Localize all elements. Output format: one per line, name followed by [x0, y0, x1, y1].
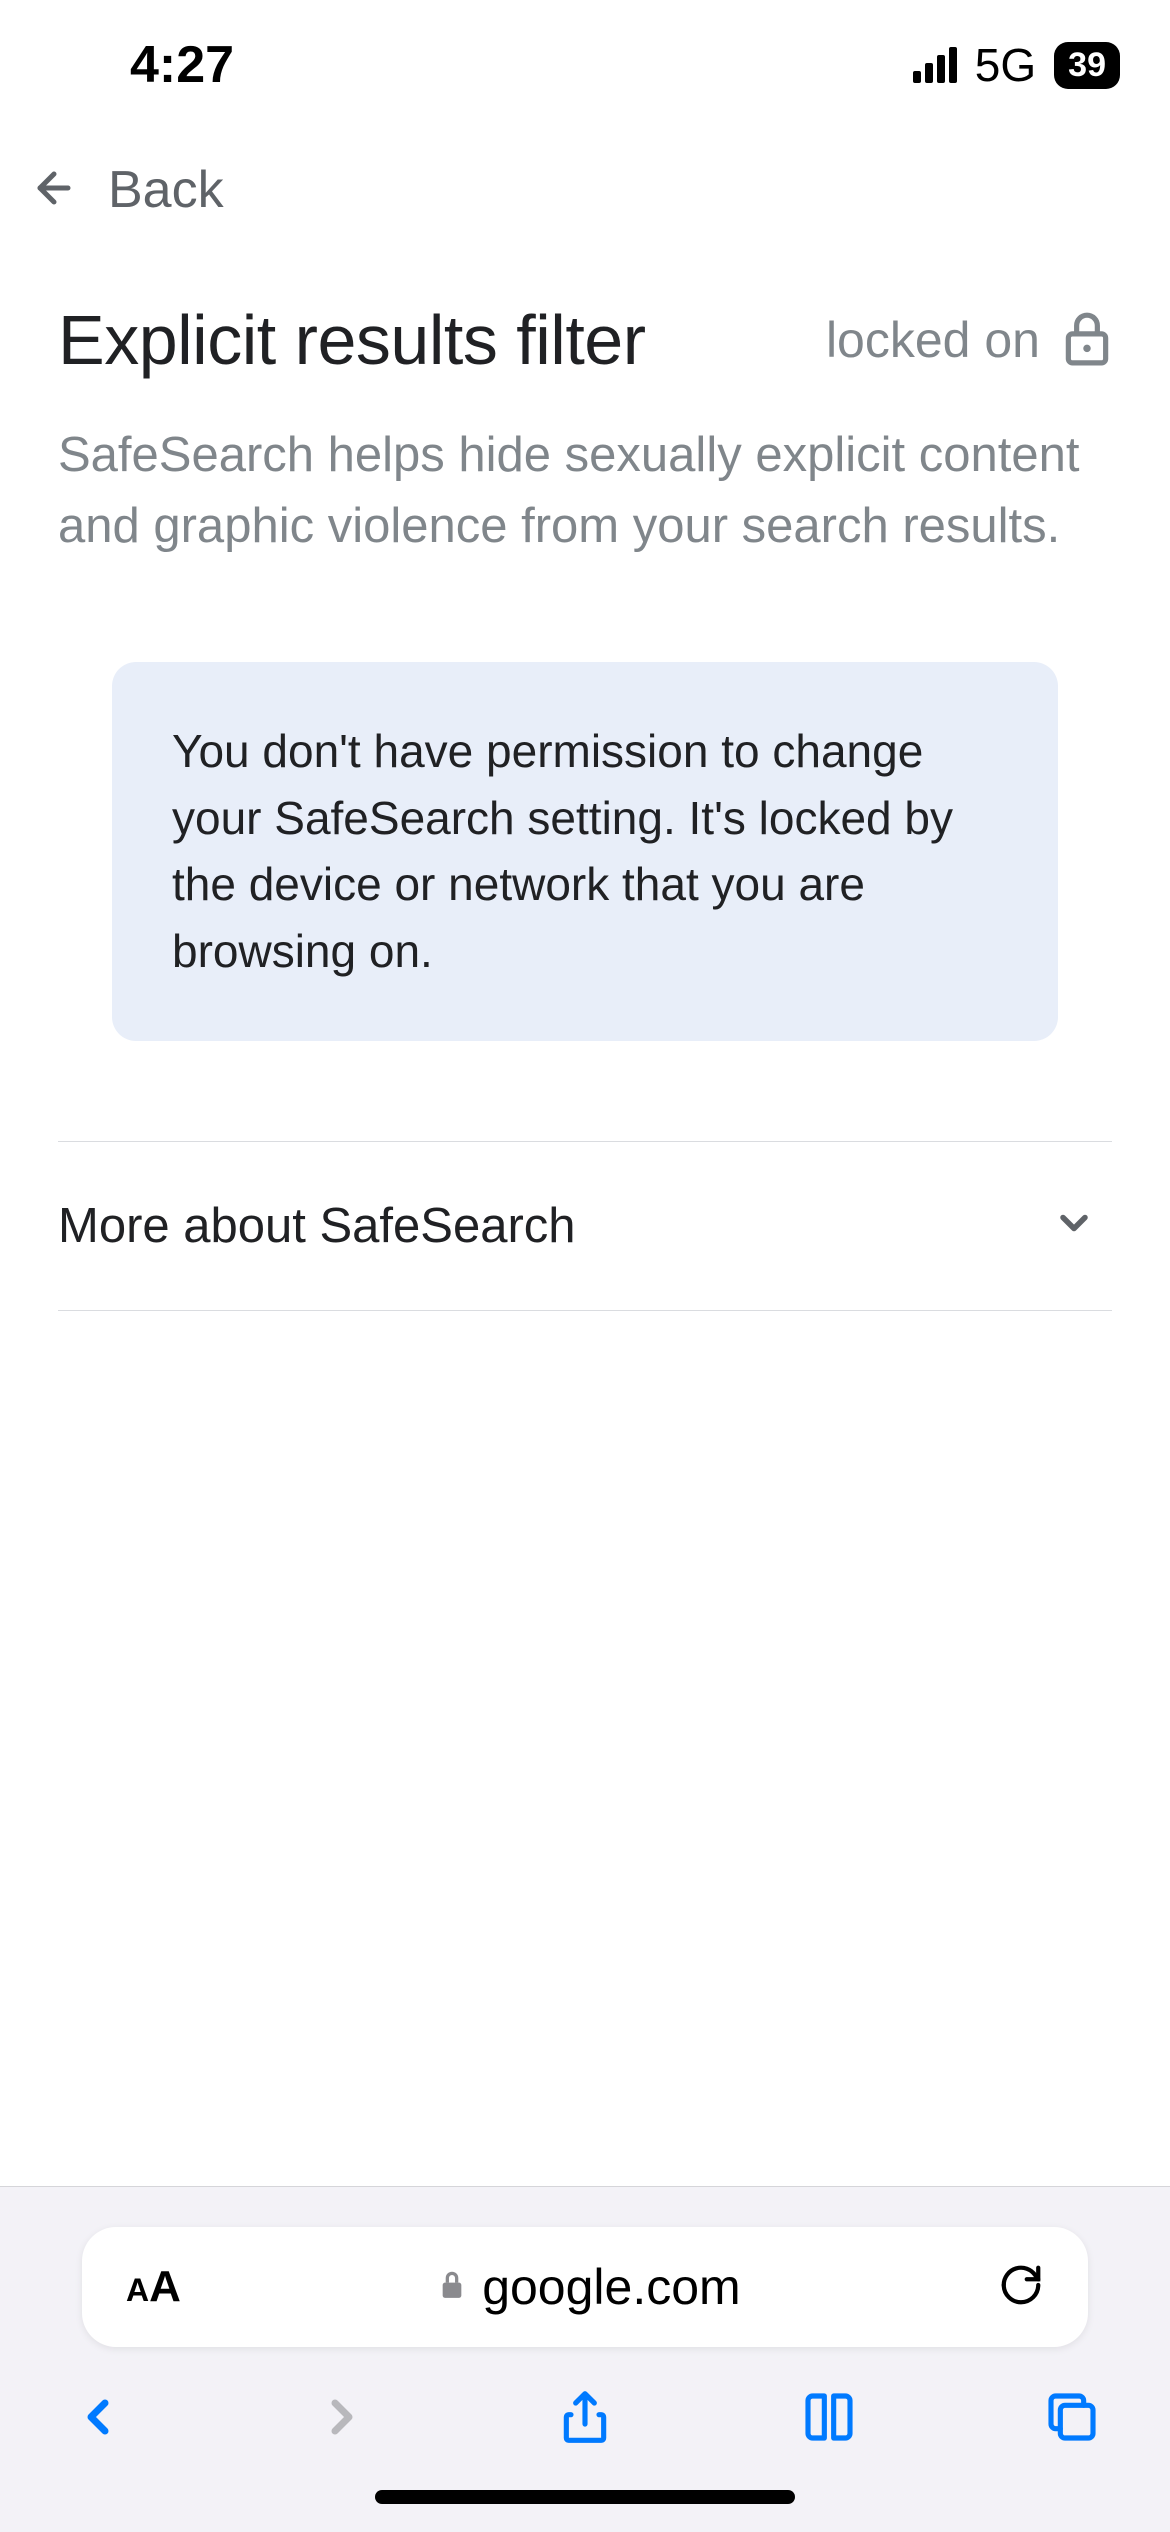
status-bar: 4:27 5G 39 [0, 0, 1170, 130]
status-right: 5G 39 [913, 38, 1120, 92]
share-button[interactable] [557, 2389, 613, 2450]
network-label: 5G [975, 38, 1036, 92]
divider [58, 1310, 1112, 1311]
url-display: google.com [181, 2258, 998, 2316]
reload-button[interactable] [998, 2262, 1044, 2313]
locked-status: locked on [826, 309, 1112, 372]
browser-back-button[interactable] [70, 2389, 126, 2450]
bookmarks-button[interactable] [801, 2389, 857, 2450]
text-size-button[interactable]: AA [126, 2262, 181, 2312]
status-time: 4:27 [130, 35, 234, 95]
signal-icon [913, 47, 957, 83]
more-about-safesearch-toggle[interactable]: More about SafeSearch [58, 1142, 1112, 1310]
safari-toolbar [0, 2347, 1170, 2480]
tabs-button[interactable] [1044, 2389, 1100, 2450]
info-box: You don't have permission to change your… [112, 662, 1058, 1041]
chevron-down-icon [1052, 1201, 1096, 1250]
lock-icon [1062, 309, 1112, 372]
url-bar[interactable]: AA google.com [82, 2227, 1088, 2347]
expandable-label: More about SafeSearch [58, 1198, 576, 1254]
safari-bottom-bar: AA google.com [0, 2186, 1170, 2532]
main-content: Explicit results filter locked on SafeSe… [0, 240, 1170, 1311]
title-row: Explicit results filter locked on [58, 300, 1112, 380]
url-text: google.com [482, 2258, 741, 2316]
back-label: Back [108, 160, 224, 220]
home-indicator[interactable] [375, 2490, 795, 2504]
description-text: SafeSearch helps hide sexually explicit … [58, 420, 1112, 562]
lock-icon [438, 2268, 466, 2307]
browser-forward-button [314, 2389, 370, 2450]
battery-badge: 39 [1054, 42, 1120, 89]
locked-label: locked on [826, 311, 1040, 369]
arrow-left-icon [30, 164, 78, 217]
back-button[interactable]: Back [0, 130, 1170, 240]
info-message: You don't have permission to change your… [172, 718, 998, 985]
page-title: Explicit results filter [58, 300, 646, 380]
